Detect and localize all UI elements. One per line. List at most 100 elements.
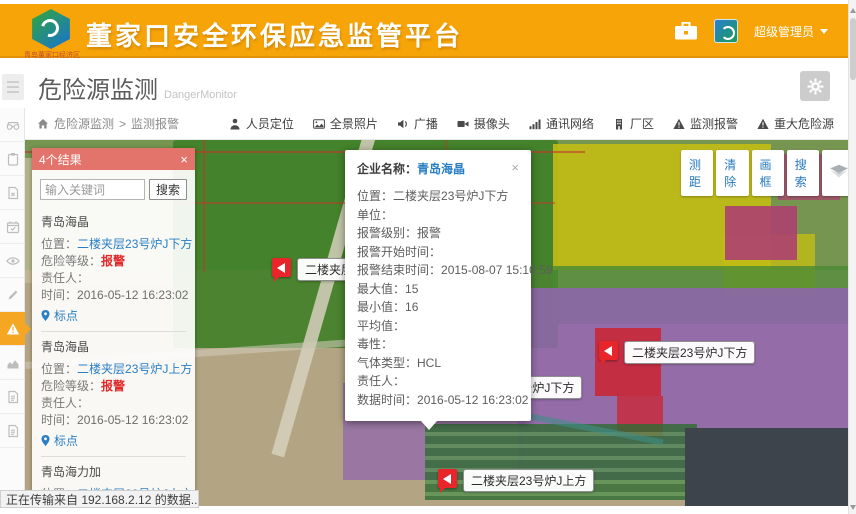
- sidebar-item-glasses[interactable]: [0, 108, 25, 142]
- map-search-button[interactable]: 搜索: [787, 150, 819, 196]
- map-marker-3[interactable]: 二楼夹层23号炉J下方: [599, 341, 755, 364]
- person-locate-icon: [229, 118, 241, 130]
- left-icon-sidebar: [0, 108, 25, 514]
- toolbar-camera[interactable]: 摄像头: [457, 115, 510, 132]
- glasses-icon: [6, 118, 20, 132]
- calendar-check-icon: [6, 220, 20, 234]
- settings-button[interactable]: [800, 71, 830, 101]
- marker-label: 二楼夹层23号炉J下方: [624, 341, 755, 364]
- scroll-down-icon[interactable]: [850, 505, 856, 510]
- sidebar-item-report2[interactable]: [0, 414, 25, 448]
- result-company: 青岛海晶: [41, 213, 186, 230]
- page-subtitle: DangerMonitor: [164, 89, 237, 101]
- result-item: 青岛海晶 位置：二楼夹层23号炉J上方 危险等级：报警 责任人： 时间：2016…: [41, 338, 186, 449]
- popup-title: 企业名称：青岛海晶: [357, 160, 465, 177]
- toolbar-network[interactable]: 通讯网络: [529, 115, 594, 132]
- toolbar-major-hazard[interactable]: 重大危险源: [757, 115, 834, 132]
- window-bottom-strip: [0, 508, 856, 514]
- popup-company-name: 青岛海晶: [417, 162, 465, 176]
- keyword-search-input[interactable]: [40, 179, 145, 200]
- breadcrumb-toolbar-row: 危险源监测 > 监测报警 人员定位 全景照片 广播 摄像头: [25, 108, 848, 140]
- map-zone-crimson-1: [725, 206, 797, 260]
- result-item: 青岛海晶 位置：二楼夹层23号炉J下方 危险等级：报警 责任人： 时间：2016…: [41, 213, 186, 324]
- draw-box-button[interactable]: 画框: [752, 150, 784, 196]
- clear-button[interactable]: 清除: [716, 150, 748, 196]
- sidebar-item-document-x[interactable]: [0, 176, 25, 210]
- area-chart-icon: [6, 356, 20, 370]
- results-count: 4个结果: [39, 151, 82, 168]
- user-avatar[interactable]: [714, 19, 738, 43]
- logo-caption: 青岛董家口经济区: [22, 50, 82, 60]
- user-menu[interactable]: 超级管理员: [754, 23, 828, 40]
- close-icon[interactable]: ×: [180, 153, 188, 166]
- scroll-up-icon[interactable]: [850, 8, 856, 13]
- warning-icon: [757, 118, 769, 130]
- sidebar-item-calendar[interactable]: [0, 210, 25, 244]
- sidebar-item-report[interactable]: [0, 380, 25, 414]
- browser-status-bar: 正在传输来自 192.168.2.12 的数据...: [0, 490, 199, 508]
- app-logo-icon: [30, 9, 72, 49]
- measure-distance-button[interactable]: 测距: [681, 150, 713, 196]
- map-marker-4[interactable]: 二楼夹层23号炉J上方: [438, 469, 594, 492]
- sidebar-toggle-button[interactable]: [2, 74, 24, 100]
- page-scrollbar[interactable]: [848, 0, 856, 514]
- breadcrumb-root[interactable]: 危险源监测: [54, 115, 114, 132]
- result-company: 青岛海晶: [41, 338, 186, 355]
- page-title: 危险源监测DangerMonitor: [38, 70, 237, 105]
- sidebar-item-pen[interactable]: [0, 278, 25, 312]
- toolbar-panorama[interactable]: 全景照片: [313, 115, 378, 132]
- breadcrumb-separator: >: [119, 117, 126, 131]
- map-pin-icon: [41, 435, 50, 446]
- factory-icon: [613, 118, 625, 130]
- pen-icon: [6, 288, 20, 302]
- app-window: 青岛董家口经济区 董家口安全环保应急监管平台 超级管理员 危险源监测Danger…: [0, 0, 856, 514]
- toolbar-person-locate[interactable]: 人员定位: [229, 115, 294, 132]
- sidebar-item-eye[interactable]: [0, 244, 25, 278]
- toolbar-broadcast[interactable]: 广播: [397, 115, 438, 132]
- document-x-icon: [6, 186, 20, 200]
- layers-icon: [829, 164, 849, 182]
- divider: [41, 456, 186, 457]
- map-tools: 测距 清除 画框 搜索: [681, 150, 856, 196]
- divider: [41, 331, 186, 332]
- results-search-row: 搜索: [32, 170, 195, 207]
- scrollbar-thumb[interactable]: [850, 18, 856, 80]
- username: 超级管理员: [754, 23, 814, 40]
- toolbar-monitor-alarm[interactable]: 监测报警: [673, 115, 738, 132]
- sidebar-item-clipboard[interactable]: [0, 142, 25, 176]
- map-feature-toolbar: 人员定位 全景照片 广播 摄像头 通讯网络 厂区: [229, 115, 834, 132]
- app-header: 青岛董家口经济区 董家口安全环保应急监管平台 超级管理员: [0, 4, 856, 58]
- close-icon[interactable]: ×: [511, 160, 519, 177]
- enterprise-detail-popup: 企业名称：青岛海晶 × 位置：二楼夹层23号炉J下方 单位： 报警级别：报警 报…: [345, 150, 531, 421]
- breadcrumb-current[interactable]: 监测报警: [131, 115, 179, 132]
- search-results-panel: 4个结果 × 搜索 青岛海晶 位置：二楼夹层23号炉J下方 危险等级：报警 责任…: [32, 148, 195, 514]
- home-icon: [37, 118, 49, 130]
- map-zone-harbor: [685, 428, 848, 506]
- map-pin-icon: [41, 310, 50, 321]
- results-panel-header: 4个结果 ×: [32, 148, 195, 170]
- sidebar-item-chart[interactable]: [0, 346, 25, 380]
- toolbar-factory[interactable]: 厂区: [613, 115, 654, 132]
- briefcase-icon[interactable]: [674, 21, 698, 41]
- gear-icon: [807, 78, 824, 95]
- alarm-marker-icon: [599, 341, 618, 360]
- alarm-marker-icon: [438, 469, 457, 488]
- broadcast-icon: [397, 118, 409, 130]
- search-button[interactable]: 搜索: [149, 179, 187, 200]
- mark-on-map-link[interactable]: 标点: [41, 432, 186, 449]
- mark-on-map-link[interactable]: 标点: [41, 307, 186, 324]
- sub-header: 危险源监测DangerMonitor: [0, 60, 856, 108]
- clipboard-icon: [6, 152, 20, 166]
- chevron-down-icon: [820, 29, 828, 34]
- document-icon: [6, 390, 20, 404]
- popup-fields: 位置：二楼夹层23号炉J下方 单位： 报警级别：报警 报警开始时间： 报警结束时…: [357, 187, 519, 409]
- marker-label: 二楼夹层23号炉J上方: [463, 469, 594, 492]
- document-icon: [6, 424, 20, 438]
- eye-icon: [6, 254, 20, 268]
- app-title: 董家口安全环保应急监管平台: [86, 16, 463, 53]
- network-signal-icon: [529, 118, 541, 130]
- panorama-photo-icon: [313, 118, 325, 130]
- sidebar-item-alarm-active[interactable]: [0, 312, 25, 346]
- map-gridline-red-2: [203, 140, 205, 272]
- breadcrumb: 危险源监测 > 监测报警: [37, 115, 179, 132]
